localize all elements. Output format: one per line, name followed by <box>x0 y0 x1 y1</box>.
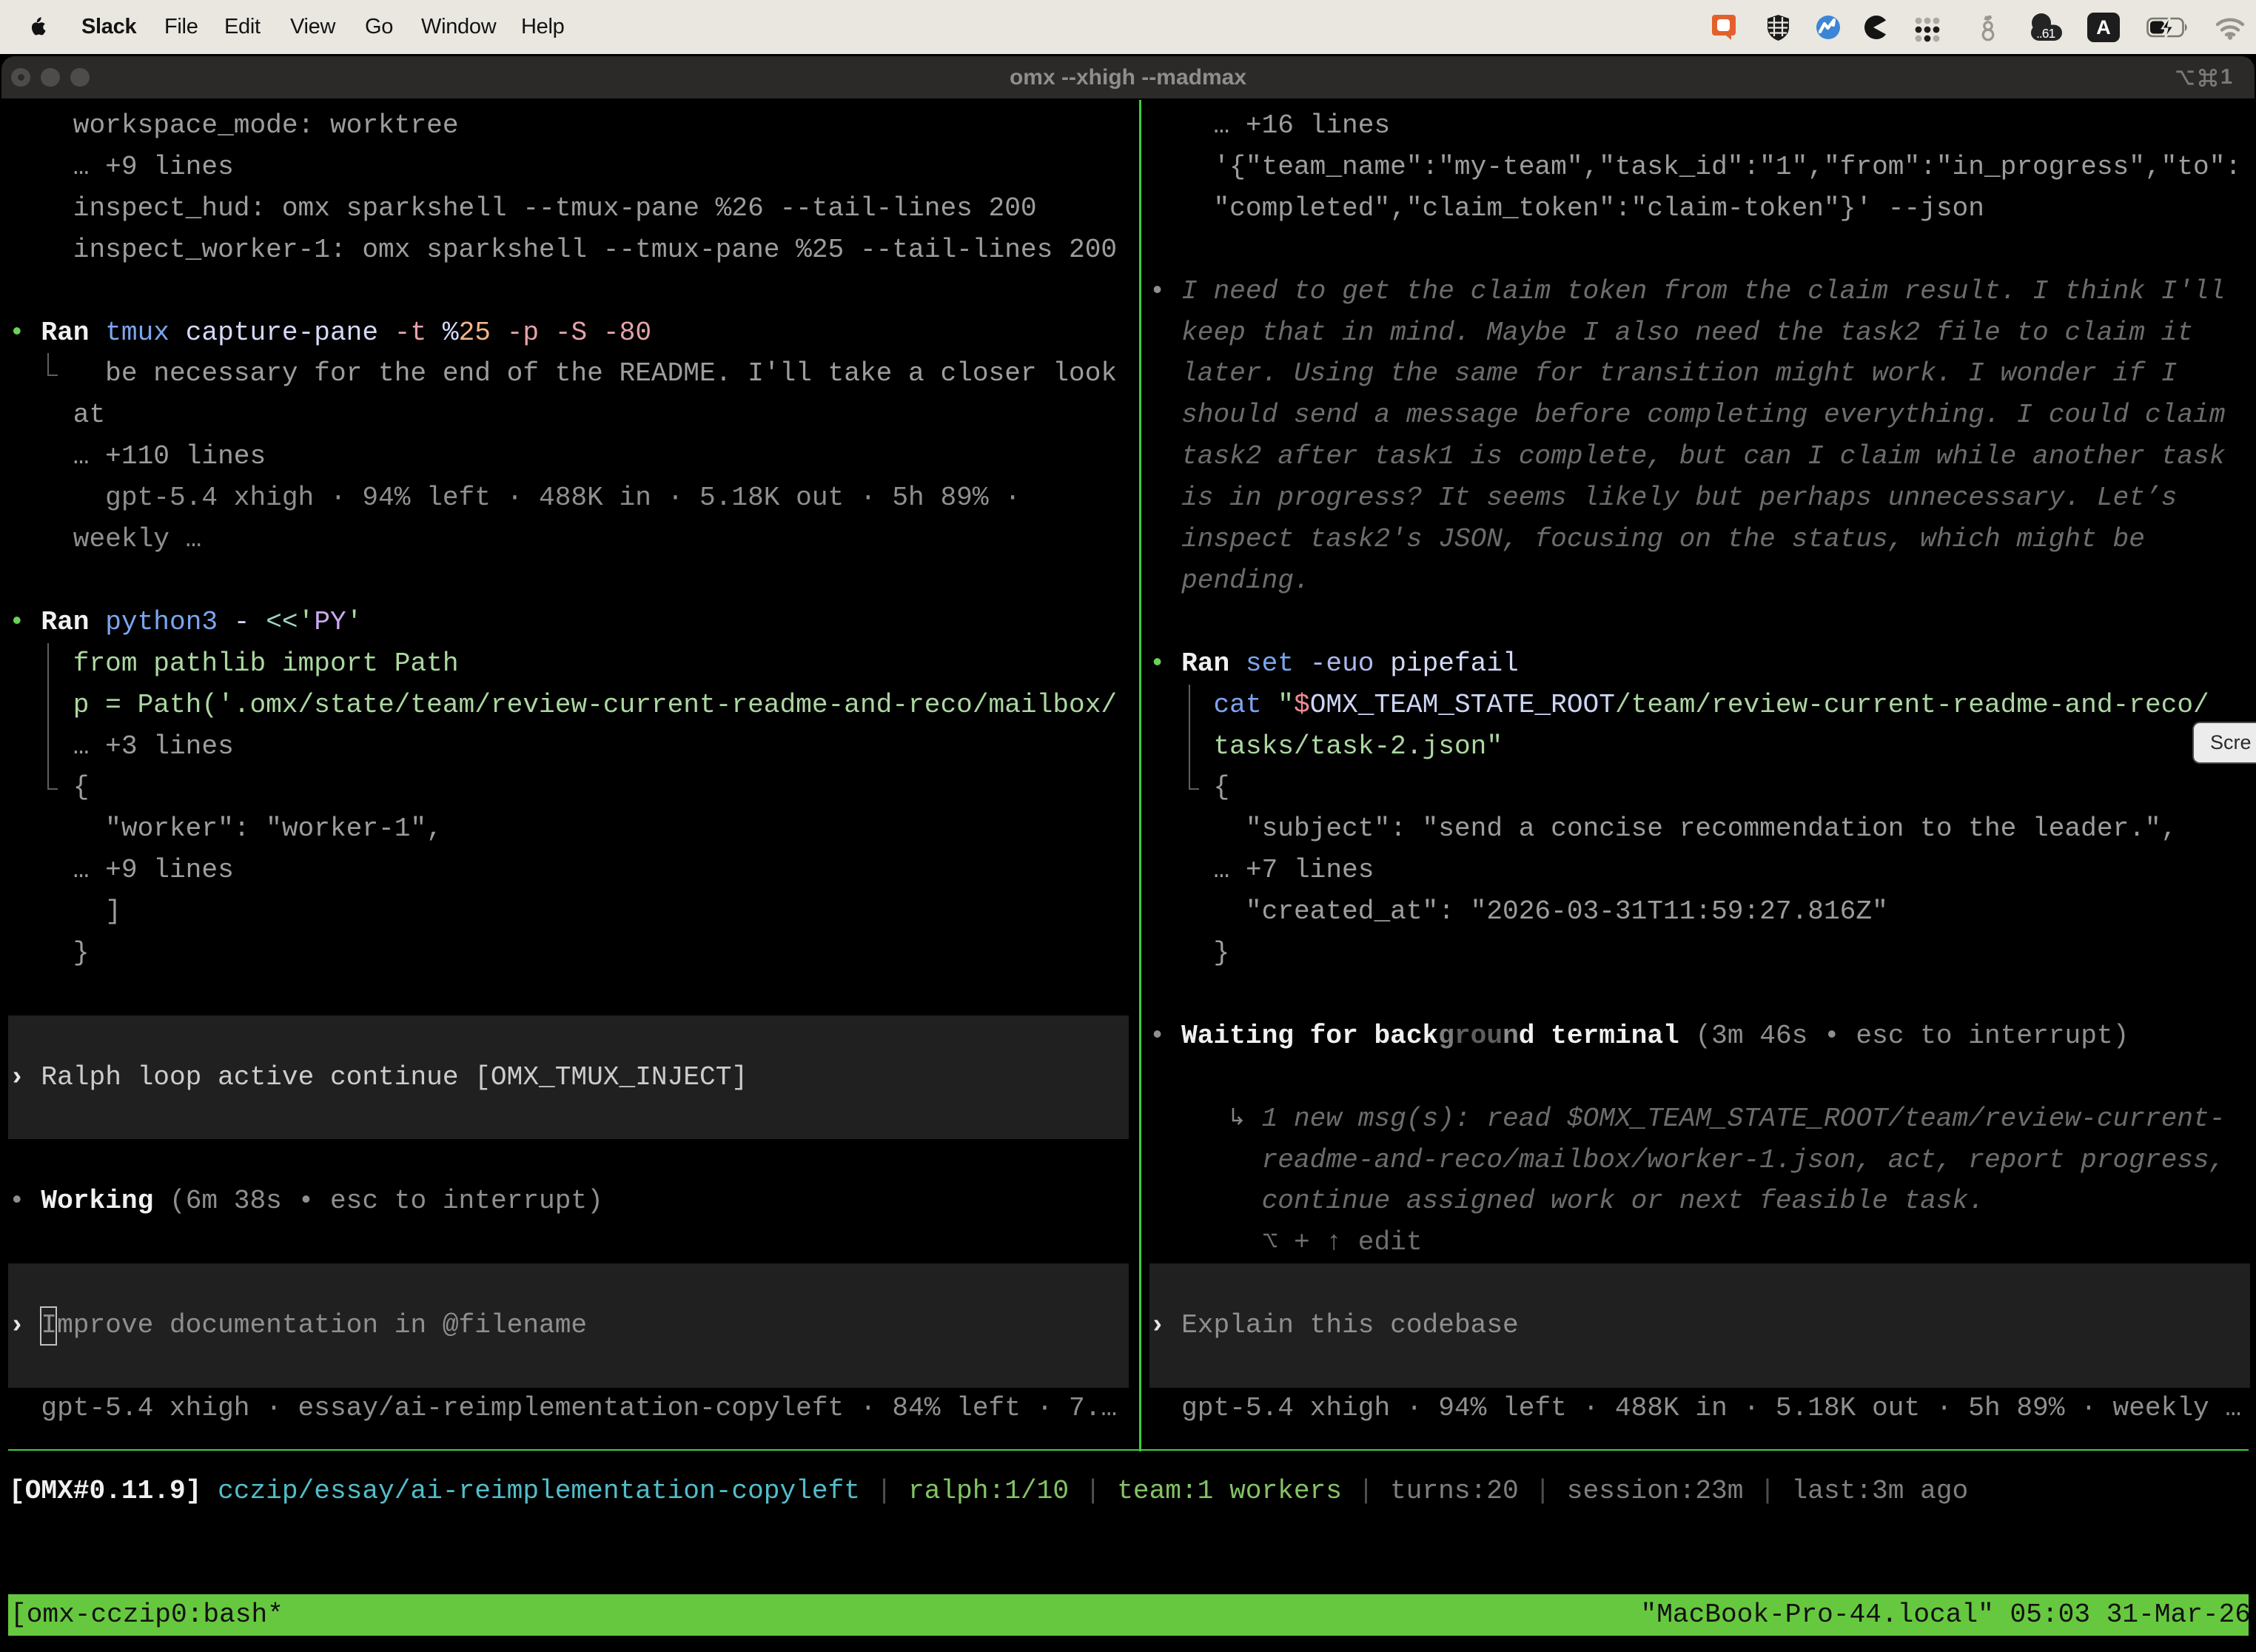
svg-text:..61: ..61 <box>2036 26 2055 41</box>
